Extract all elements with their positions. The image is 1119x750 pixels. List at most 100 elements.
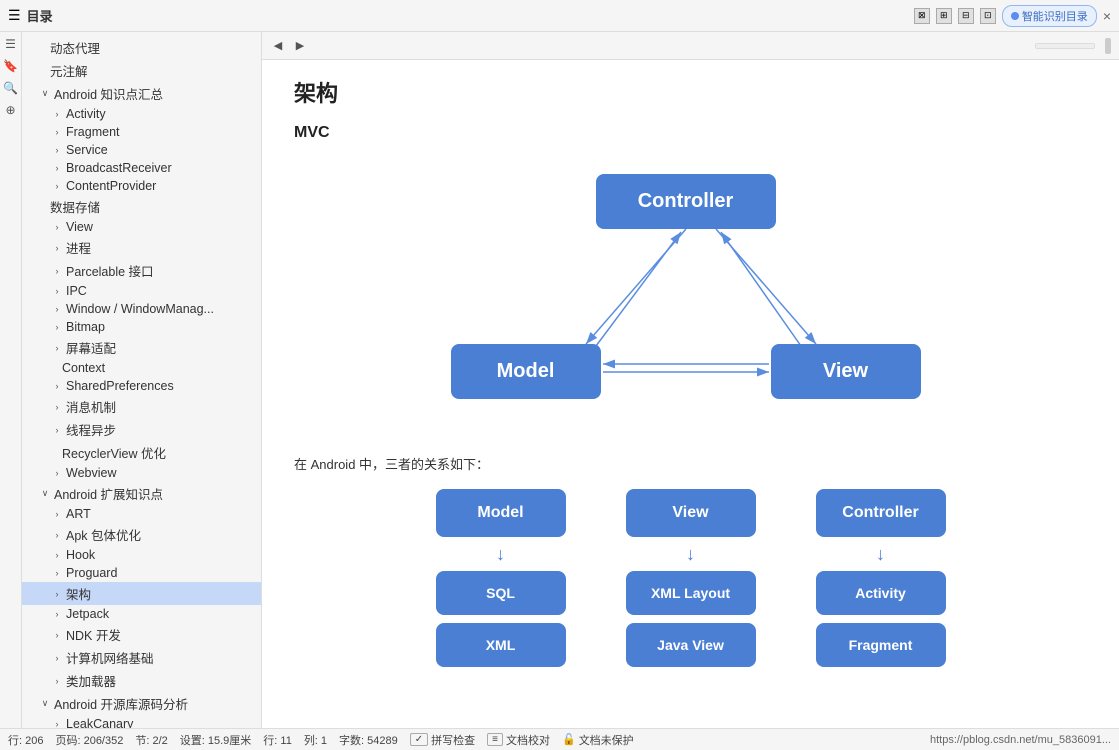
list-item-classloader[interactable]: › 类加载器 — [22, 669, 261, 692]
arrow: › — [50, 566, 64, 580]
content-area: ◀ ▶ 架构 MVC — [262, 32, 1119, 728]
list-item-leakcanary[interactable]: › LeakCanary — [22, 715, 261, 728]
arrow: › — [50, 423, 64, 437]
list-item-android-extend[interactable]: ∨ Android 扩展知识点 — [22, 482, 261, 505]
list-item-context[interactable]: Context — [22, 359, 261, 377]
arrow: › — [50, 241, 64, 255]
forward-icon[interactable]: ▶ — [292, 38, 308, 54]
list-item-broadcastreceiver[interactable]: › BroadcastReceiver — [22, 159, 261, 177]
smart-toc-button[interactable]: 智能识别目录 — [1002, 5, 1097, 27]
search-icon[interactable]: 🔍 — [3, 80, 19, 96]
xml-box: XML — [436, 623, 566, 667]
toolbar-icons: ⊠ ⊞ ⊟ ⊡ — [914, 8, 996, 24]
mvc-description: 在 Android 中，三者的关系如下： — [294, 454, 1087, 473]
list-item-webview[interactable]: › Webview — [22, 464, 261, 482]
status-spell[interactable]: ✓ 拼写检查 — [410, 732, 475, 748]
sql-box: SQL — [436, 571, 566, 615]
list-item-ndk[interactable]: › NDK 开发 — [22, 623, 261, 646]
mvc-diagram-2: Model ↓ SQL XML View ↓ XML Layout Java V… — [294, 489, 1087, 667]
list-item-android-knowledge[interactable]: ∨ Android 知识点汇总 — [22, 82, 261, 105]
arrow-down-1: ↓ — [496, 545, 505, 563]
mvc-diagram-1: Controller Model View — [411, 154, 971, 434]
list-item-service[interactable]: › Service — [22, 141, 261, 159]
arrow: › — [50, 651, 64, 665]
arrow-down-3: ↓ — [876, 545, 885, 563]
list-item-process[interactable]: › 进程 — [22, 236, 261, 259]
list-item-ipc[interactable]: › IPC — [22, 282, 261, 300]
list-item-bitmap[interactable]: › Bitmap — [22, 318, 261, 336]
close-button[interactable]: × — [1103, 8, 1111, 24]
list-item[interactable]: 元注解 — [22, 59, 261, 82]
back-icon[interactable]: ◀ — [270, 38, 286, 54]
zoom-icon[interactable]: ⊕ — [3, 102, 19, 118]
arrow: › — [50, 320, 64, 334]
arrow: › — [50, 400, 64, 414]
arrow-down-2: ↓ — [686, 545, 695, 563]
arrow: › — [50, 220, 64, 234]
sidebar-content: 动态代理 元注解 ∨ Android 知识点汇总 › Activity › Fr… — [22, 32, 261, 728]
list-item-datastorage[interactable]: 数据存储 — [22, 195, 261, 218]
model-box: Model — [451, 344, 601, 399]
list-item-fragment[interactable]: › Fragment — [22, 123, 261, 141]
status-doc-compare[interactable]: ≡ 文档校对 — [487, 732, 550, 748]
scrollbar-top[interactable] — [1035, 43, 1095, 49]
status-page: 页码: 206/352 — [55, 732, 123, 748]
status-setting: 设置: 15.9厘米 — [180, 732, 252, 748]
list-item-parcelable[interactable]: › Parcelable 接口 — [22, 259, 261, 282]
list-item-view[interactable]: › View — [22, 218, 261, 236]
list-item-sharedprefs[interactable]: › SharedPreferences — [22, 377, 261, 395]
arrow: › — [50, 341, 64, 355]
expand-arrow: ∨ — [38, 487, 52, 501]
model-column: Model ↓ SQL XML — [436, 489, 566, 667]
arrow: › — [50, 179, 64, 193]
status-wordcount: 字数: 54289 — [339, 732, 398, 748]
controller-top-box: Controller — [816, 489, 946, 537]
list-item[interactable]: 动态代理 — [22, 36, 261, 59]
list-item-jetpack[interactable]: › Jetpack — [22, 605, 261, 623]
tb-icon-2[interactable]: ⊞ — [936, 8, 952, 24]
arrow: › — [50, 628, 64, 642]
sidebar-title: 目录 — [27, 6, 908, 25]
status-url: https://pblog.csdn.net/mu_5836091... — [930, 734, 1111, 746]
view-box: View — [771, 344, 921, 399]
list-item-contentprovider[interactable]: › ContentProvider — [22, 177, 261, 195]
list-item-screen[interactable]: › 屏幕适配 — [22, 336, 261, 359]
arrow: › — [50, 528, 64, 542]
status-bar: 行: 206 页码: 206/352 节: 2/2 设置: 15.9厘米 行: … — [0, 728, 1119, 750]
list-item-apk[interactable]: › Apk 包体优化 — [22, 523, 261, 546]
tb-icon-4[interactable]: ⊡ — [980, 8, 996, 24]
list-item-message[interactable]: › 消息机制 — [22, 395, 261, 418]
expand-arrow: ∨ — [38, 87, 52, 101]
top-bar: ☰ 目录 ⊠ ⊞ ⊟ ⊡ 智能识别目录 × — [0, 0, 1119, 32]
list-item-recyclerview[interactable]: RecyclerView 优化 — [22, 441, 261, 464]
xml-layout-box: XML Layout — [626, 571, 756, 615]
fragment-box: Fragment — [816, 623, 946, 667]
arrow: › — [50, 107, 64, 121]
nav-icon[interactable]: ☰ — [3, 36, 19, 52]
list-item-opensource[interactable]: ∨ Android 开源库源码分析 — [22, 692, 261, 715]
list-item-thread[interactable]: › 线程异步 — [22, 418, 261, 441]
list-item-activity[interactable]: › Activity — [22, 105, 261, 123]
arrow: › — [50, 264, 64, 278]
list-item-art[interactable]: › ART — [22, 505, 261, 523]
list-item-hook[interactable]: › Hook — [22, 546, 261, 564]
smart-btn-dot — [1011, 12, 1019, 20]
arrow: › — [50, 379, 64, 393]
tb-icon-3[interactable]: ⊟ — [958, 8, 974, 24]
list-item-proguard[interactable]: › Proguard — [22, 564, 261, 582]
bookmark-icon[interactable]: 🔖 — [3, 58, 19, 74]
tb-icon-1[interactable]: ⊠ — [914, 8, 930, 24]
expand-arrow: ∨ — [38, 697, 52, 711]
scrollbar-right[interactable] — [1105, 38, 1111, 54]
view-top-box: View — [626, 489, 756, 537]
page-title: 架构 — [294, 76, 1087, 108]
list-item-window[interactable]: › Window / WindowManag... — [22, 300, 261, 318]
menu-icon[interactable]: ☰ — [8, 7, 21, 24]
controller-column: Controller ↓ Activity Fragment — [816, 489, 946, 667]
left-toolbar: ☰ 🔖 🔍 ⊕ — [0, 32, 22, 728]
list-item-network[interactable]: › 计算机网络基础 — [22, 646, 261, 669]
sidebar: 动态代理 元注解 ∨ Android 知识点汇总 › Activity › Fr… — [22, 32, 262, 728]
status-row: 行: 206 — [8, 732, 43, 748]
arrow: › — [50, 125, 64, 139]
list-item-architecture[interactable]: › 架构 — [22, 582, 261, 605]
